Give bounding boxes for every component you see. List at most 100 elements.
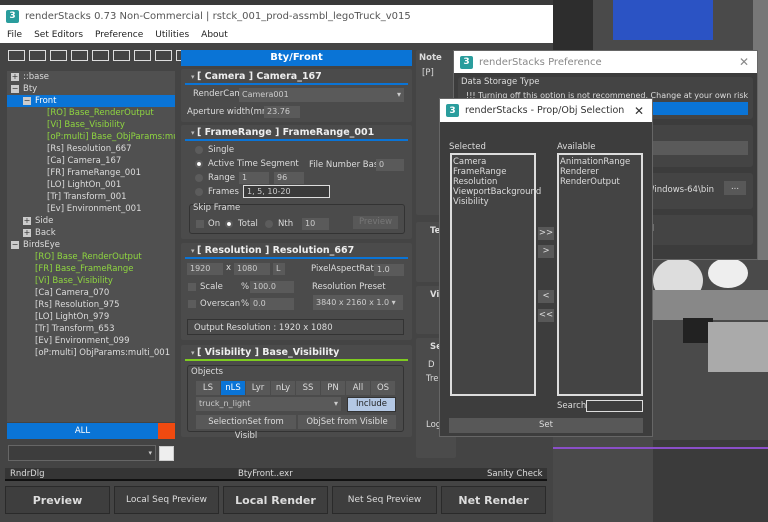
aperture-spinner[interactable]: 23.76 (264, 106, 300, 118)
available-list-item[interactable]: AnimationRange (560, 157, 640, 167)
color-swatch[interactable] (158, 423, 175, 439)
collapse-icon[interactable]: − (23, 96, 31, 105)
selected-list-item[interactable]: Resolution (453, 177, 533, 187)
frames-input[interactable]: 1, 5, 10-20 (243, 185, 330, 198)
selected-list-item[interactable]: Camera (453, 157, 533, 167)
notes-title[interactable]: Note (419, 53, 442, 63)
vis-tab-ss[interactable]: SS (296, 381, 320, 395)
set-button[interactable]: Set (449, 418, 643, 433)
tree-item[interactable]: − Bty (7, 83, 175, 95)
include-button[interactable]: Include (347, 397, 396, 412)
par-spinner[interactable]: 1.0 (374, 264, 404, 276)
visibility-rollout-title[interactable]: [ Visibility ] Base_Visibility (185, 345, 408, 361)
import-icon[interactable] (155, 50, 172, 61)
vis-tab-all[interactable]: All (346, 381, 370, 395)
tree-item[interactable]: [LO] LightOn_979 (7, 311, 175, 323)
add-button[interactable]: > (538, 245, 554, 258)
vis-tab-lyr[interactable]: Lyr (246, 381, 270, 395)
framerange-rollout-title[interactable]: [ FrameRange ] FrameRange_001 (185, 125, 408, 141)
available-list-item[interactable]: RenderOutput (560, 177, 640, 187)
height-spinner[interactable]: 1080 (234, 263, 270, 275)
add-all-button[interactable]: >> (538, 227, 554, 240)
add-stack-icon[interactable] (8, 50, 25, 61)
file-number-base-spinner[interactable]: 0 (376, 159, 404, 171)
delete-icon[interactable] (113, 50, 130, 61)
tree-item[interactable]: [RO] Base_RenderOutput (7, 251, 175, 263)
tree-item[interactable]: [oP:multi] ObjParams:multi_001 (7, 347, 175, 359)
expand-icon[interactable]: + (23, 228, 31, 237)
tree-item[interactable]: [Rs] Resolution_667 (7, 143, 175, 155)
tree-item[interactable]: [Ca] Camera_167 (7, 155, 175, 167)
resolution-rollout-title[interactable]: [ Resolution ] Resolution_667 (185, 243, 408, 259)
range-end-spinner[interactable]: 96 (274, 172, 304, 184)
tree-item[interactable]: [Ca] Camera_070 (7, 287, 175, 299)
overscan-checkbox[interactable]: Overscan (188, 299, 240, 309)
menu-about[interactable]: About (201, 30, 228, 40)
collapse-icon[interactable]: − (11, 84, 19, 93)
browse-button[interactable]: ... (724, 181, 746, 195)
local-seq-preview-button[interactable]: Local Seq Preview (114, 486, 219, 514)
tree-item[interactable]: [RO] Base_RenderOutput (7, 107, 175, 119)
camera-rollout-title[interactable]: [ Camera ] Camera_167 (185, 69, 408, 85)
menu-utilities[interactable]: Utilities (155, 30, 189, 40)
tree-item[interactable]: + Side (7, 215, 175, 227)
net-seq-preview-button[interactable]: Net Seq Preview (332, 486, 437, 514)
close-icon[interactable]: ✕ (634, 104, 644, 118)
remove-button[interactable]: < (538, 290, 554, 303)
tree-item[interactable]: [Ev] Environment_099 (7, 335, 175, 347)
tree-item[interactable]: − Front (7, 95, 175, 107)
tree-item[interactable]: [Vi] Base_Visibility (7, 119, 175, 131)
sanity-check-button[interactable]: Sanity Check (487, 469, 543, 479)
lock-button[interactable]: L (273, 263, 285, 275)
width-spinner[interactable]: 1920 (187, 263, 223, 275)
vis-tab-os[interactable]: OS (371, 381, 395, 395)
selected-list-item[interactable]: ViewportBackground (453, 187, 541, 197)
preview-skip-button[interactable]: Preview (353, 216, 398, 229)
expand-icon[interactable]: + (11, 72, 19, 81)
vis-tab-ls[interactable]: LS (196, 381, 220, 395)
tree-item[interactable]: +::base (7, 71, 175, 83)
tree-item[interactable]: [Tr] Transform_001 (7, 191, 175, 203)
single-radio[interactable]: Single (195, 145, 234, 155)
selected-list-item[interactable]: FrameRange (453, 167, 533, 177)
local-render-button[interactable]: Local Render (223, 486, 328, 514)
menu-preference[interactable]: Preference (95, 30, 143, 40)
collapse-icon[interactable]: − (11, 240, 19, 249)
tree-item[interactable]: − BirdsEye (7, 239, 175, 251)
tree-item[interactable]: [Rs] Resolution_975 (7, 299, 175, 311)
frames-radio[interactable]: Frames (195, 187, 239, 197)
tree-item[interactable]: [oP:multi] Base_ObjParams:multi (7, 131, 175, 143)
available-list-item[interactable]: Renderer (560, 167, 640, 177)
stack-tree[interactable]: +::base − Bty − Front [RO] Base_RenderOutput[… (7, 71, 175, 422)
vis-tab-nly[interactable]: nLy (271, 381, 295, 395)
tree-item[interactable]: [FR] FrameRange_001 (7, 167, 175, 179)
nth-spinner[interactable]: 10 (302, 218, 329, 230)
vis-tab-pn[interactable]: PN (321, 381, 345, 395)
objset-from-visible-button[interactable]: ObjSet from Visible (298, 415, 396, 429)
set-dropdown[interactable]: truck_n_light ▾ (196, 397, 341, 411)
nth-radio[interactable]: Nth (265, 219, 293, 229)
expand-all-icon[interactable] (29, 50, 46, 61)
scale-spinner[interactable]: 100.0 (250, 281, 294, 293)
preview-button[interactable]: Preview (5, 486, 110, 514)
tree-item[interactable]: [FR] Base_FrameRange (7, 263, 175, 275)
tree-item[interactable]: [LO] LightOn_001 (7, 179, 175, 191)
skip-on-checkbox[interactable]: On (196, 219, 220, 229)
active-time-radio[interactable]: Active Time Segment (195, 159, 299, 169)
edit-notes-icon[interactable] (159, 446, 174, 461)
tree-item[interactable]: [Tr] Transform_653 (7, 323, 175, 335)
collapse-all-icon[interactable] (50, 50, 67, 61)
close-icon[interactable]: ✕ (739, 55, 749, 69)
duplicate-icon[interactable] (134, 50, 151, 61)
available-list[interactable]: AnimationRange Renderer RenderOutput (557, 153, 643, 396)
remove-all-button[interactable]: << (538, 309, 554, 322)
overscan-spinner[interactable]: 0.0 (250, 298, 294, 310)
menu-file[interactable]: File (7, 30, 22, 40)
vis-tab-nls[interactable]: nLS (221, 381, 245, 395)
preset-dropdown[interactable]: 3840 x 2160 x 1.0 ▾ (313, 295, 403, 310)
net-render-button[interactable]: Net Render (441, 486, 546, 514)
vi-title[interactable]: Vi (430, 290, 439, 300)
selected-list[interactable]: Camera FrameRange Resolution ViewportBackgr… (450, 153, 541, 396)
total-radio[interactable]: Total (225, 219, 258, 229)
expand-icon[interactable]: + (23, 216, 31, 225)
